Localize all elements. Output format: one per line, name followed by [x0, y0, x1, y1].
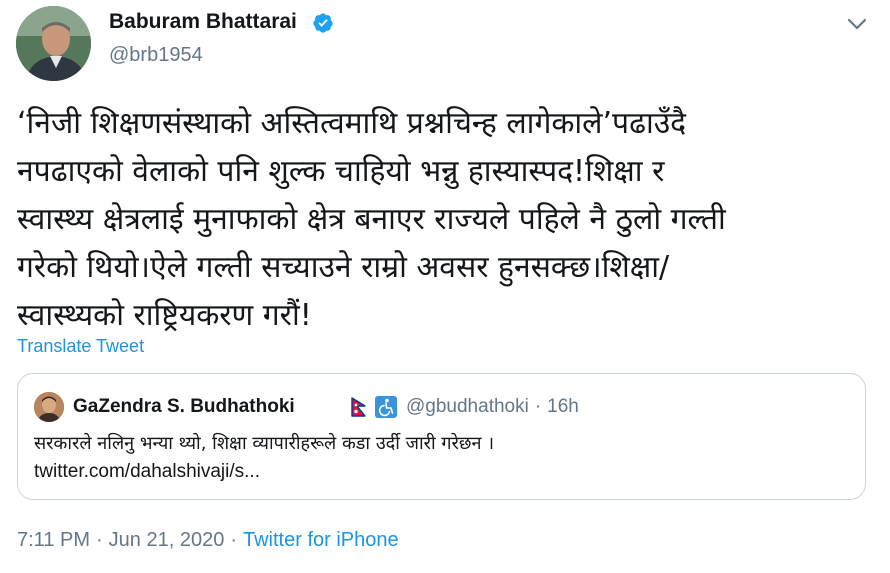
author-name[interactable]: Baburam Bhattarai [109, 10, 297, 34]
wheelchair-icon [375, 396, 397, 418]
author-avatar[interactable] [16, 6, 91, 81]
tweet-text: ‘निजी शिक्षणसंस्थाको अस्तित्वमाथि प्रश्न… [17, 100, 879, 340]
footer-separator: · [96, 529, 103, 551]
tweet-text-line: स्वास्थ्यको राष्ट्रियकरण गरौं! [17, 298, 312, 333]
quoted-tweet-text: सरकारले नलिनु भन्या थ्यो, शिक्षा व्यापार… [34, 433, 495, 454]
tweet-source-link[interactable]: Twitter for iPhone [243, 529, 399, 551]
quoted-author-avatar [34, 392, 64, 422]
quoted-tweet-time: 16h [547, 396, 579, 417]
quoted-author-name: GaZendra S. Budhathoki [73, 396, 295, 417]
tweet-text-line: नपढाएको वेलाको पनि शुल्क चाहियो भन्नु हा… [17, 154, 665, 189]
verified-badge-icon [313, 13, 333, 33]
nepal-flag-icon [351, 397, 366, 417]
tweet-card: Baburam Bhattarai @brb1954 ‘निजी शिक्षणस… [0, 0, 890, 573]
quoted-tweet[interactable]: GaZendra S. Budhathoki @gbudhathoki · 16h … [17, 373, 866, 500]
quoted-author-handle: @gbudhathoki [406, 396, 529, 417]
tweet-footer: 7:11 PM · Jun 21, 2020 · Twitter for iPhone [17, 529, 399, 552]
tweet-time[interactable]: 7:11 PM [17, 529, 90, 551]
tweet-date[interactable]: Jun 21, 2020 [109, 529, 225, 551]
footer-separator: · [230, 529, 237, 551]
tweet-text-line: ‘निजी शिक्षणसंस्थाको अस्तित्वमाथि प्रश्न… [17, 106, 687, 141]
tweet-text-line: गरेको थियो।ऐले गल्ती सच्याउने राम्रो अवस… [17, 250, 670, 285]
translate-tweet-link[interactable]: Translate Tweet [17, 336, 144, 357]
quoted-tweet-link[interactable]: twitter.com/dahalshivaji/s... [34, 461, 260, 483]
quoted-tweet-meta: @gbudhathoki · 16h [406, 396, 585, 418]
author-handle[interactable]: @brb1954 [109, 44, 203, 67]
tweet-text-line: स्वास्थ्य क्षेत्रलाई मुनाफाको क्षेत्र बन… [17, 202, 726, 237]
meta-separator: · [534, 396, 542, 417]
chevron-down-icon[interactable] [846, 14, 868, 34]
